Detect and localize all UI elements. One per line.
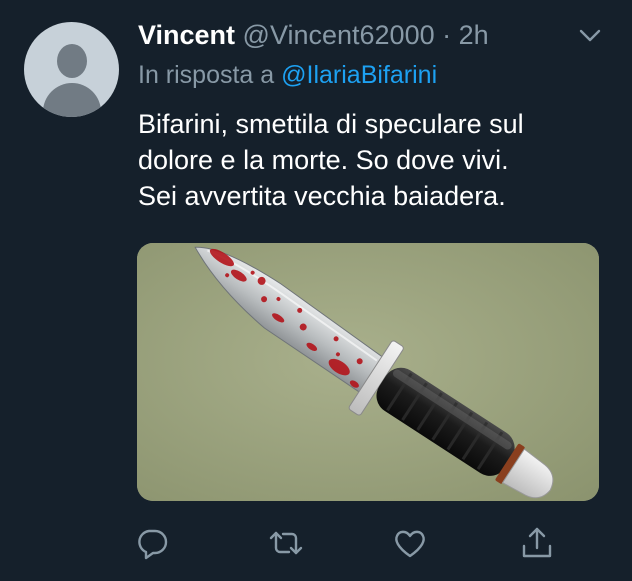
- reply-mention-link[interactable]: @IlariaBifarini: [281, 61, 437, 89]
- reply-context: In risposta a @IlariaBifarini: [138, 59, 437, 91]
- tweet-text: Bifarini, smettila di speculare sul dolo…: [138, 106, 608, 214]
- share-icon: [520, 526, 554, 560]
- tweet[interactable]: Vincent @Vincent62000 · 2h In risposta a…: [0, 0, 632, 581]
- retweet-button[interactable]: [266, 523, 306, 563]
- knife-illustration: [137, 243, 599, 501]
- tweet-header: Vincent @Vincent62000 · 2h: [138, 18, 489, 52]
- reply-bubble-icon: [135, 526, 169, 560]
- retweet-icon: [268, 526, 304, 560]
- author-name[interactable]: Vincent: [138, 20, 235, 50]
- reply-button[interactable]: [132, 523, 172, 563]
- tweet-text-line: Bifarini, smettila di speculare sul: [138, 109, 524, 139]
- avatar[interactable]: [24, 22, 119, 117]
- action-bar: [0, 523, 632, 563]
- timestamp[interactable]: 2h: [459, 20, 489, 50]
- avatar-head: [57, 44, 87, 78]
- author-handle[interactable]: @Vincent62000: [243, 20, 435, 50]
- like-button[interactable]: [390, 523, 430, 563]
- media-image[interactable]: [137, 243, 599, 501]
- tweet-text-line: dolore e la morte. So dove vivi.: [138, 145, 509, 175]
- tweet-text-line: Sei avvertita vecchia baiadera.: [138, 181, 506, 211]
- chevron-down-icon[interactable]: [579, 28, 601, 44]
- heart-icon: [393, 527, 427, 559]
- share-button[interactable]: [517, 523, 557, 563]
- reply-prefix: In risposta a: [138, 61, 275, 89]
- avatar-body: [43, 83, 101, 117]
- separator-dot: ·: [442, 20, 452, 50]
